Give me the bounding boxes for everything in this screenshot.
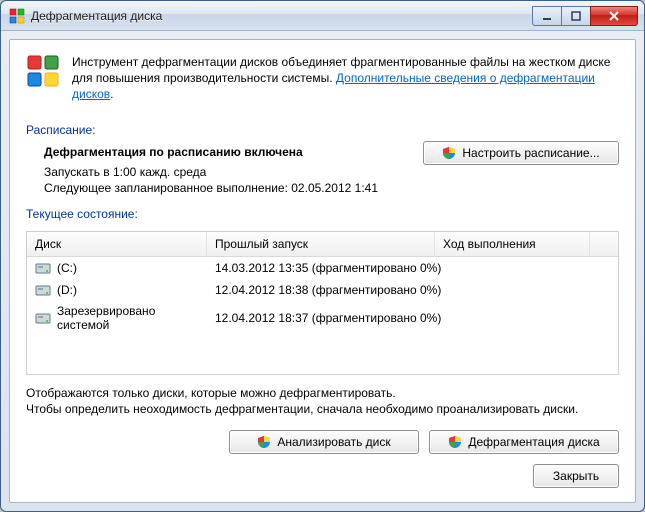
shield-icon <box>257 435 271 449</box>
schedule-row: Дефрагментация по расписанию включена За… <box>26 141 619 197</box>
defrag-label: Дефрагментация диска <box>468 435 599 449</box>
schedule-status: Дефрагментация по расписанию включена <box>44 145 411 159</box>
configure-schedule-label: Настроить расписание... <box>462 146 599 160</box>
close-row: Закрыть <box>26 464 619 488</box>
hint-line2: Чтобы определить неоходимость дефрагмент… <box>26 401 619 418</box>
current-section-label: Текущее состояние: <box>26 207 619 221</box>
hint-line1: Отображаются только диски, которые можно… <box>26 385 619 402</box>
last-run: 12.04.2012 18:38 (фрагментировано 0%) <box>215 283 441 297</box>
intro-block: Инструмент дефрагментации дисков объедин… <box>26 54 619 103</box>
intro-text-suffix: . <box>110 87 113 101</box>
hdd-icon <box>35 260 51 276</box>
hdd-icon <box>35 310 51 326</box>
disk-name: (C:) <box>57 261 77 275</box>
schedule-info: Дефрагментация по расписанию включена За… <box>26 141 411 197</box>
schedule-section-label: Расписание: <box>26 123 619 137</box>
close-dialog-button[interactable]: Закрыть <box>533 464 619 488</box>
intro-text: Инструмент дефрагментации дисков объедин… <box>72 54 619 103</box>
minimize-button[interactable] <box>532 6 562 26</box>
shield-icon <box>442 146 456 160</box>
hdd-icon <box>35 282 51 298</box>
last-run: 14.03.2012 13:35 (фрагментировано 0%) <box>215 261 441 275</box>
table-header: Диск Прошлый запуск Ход выполнения <box>27 232 618 257</box>
analyze-button[interactable]: Анализировать диск <box>229 430 419 454</box>
schedule-run-at: Запускать в 1:00 кажд. среда <box>44 165 411 179</box>
window-title: Дефрагментация диска <box>31 9 527 23</box>
client-area: Инструмент дефрагментации дисков объедин… <box>9 39 636 503</box>
col-progress-header[interactable]: Ход выполнения <box>435 232 590 256</box>
hint-block: Отображаются только диски, которые можно… <box>26 385 619 419</box>
titlebar[interactable]: Дефрагментация диска <box>1 1 644 31</box>
action-buttons: Анализировать диск Дефрагментация диска <box>26 430 619 454</box>
window-frame: Дефрагментация диска <box>0 0 645 512</box>
configure-schedule-button[interactable]: Настроить расписание... <box>423 141 619 165</box>
disk-name: Зарезервировано системой <box>57 304 199 332</box>
maximize-button[interactable] <box>561 6 591 26</box>
col-last-header[interactable]: Прошлый запуск <box>207 232 435 256</box>
disk-name: (D:) <box>57 283 77 297</box>
schedule-next-run: Следующее запланированное выполнение: 02… <box>44 181 411 195</box>
table-row[interactable]: Зарезервировано системой 12.04.2012 18:3… <box>27 301 618 335</box>
col-disk-header[interactable]: Диск <box>27 232 207 256</box>
defrag-app-icon <box>9 8 25 24</box>
analyze-label: Анализировать диск <box>277 435 390 449</box>
last-run: 12.04.2012 18:37 (фрагментировано 0%) <box>215 311 441 325</box>
shield-icon <box>448 435 462 449</box>
col-spacer <box>590 232 618 256</box>
table-row[interactable]: (D:) 12.04.2012 18:38 (фрагментировано 0… <box>27 279 618 301</box>
defrag-button[interactable]: Дефрагментация диска <box>429 430 619 454</box>
window-controls <box>533 6 638 26</box>
disk-table: Диск Прошлый запуск Ход выполнения (C:) … <box>26 231 619 375</box>
close-label: Закрыть <box>553 469 599 483</box>
defrag-large-icon <box>26 54 60 88</box>
table-body: (C:) 14.03.2012 13:35 (фрагментировано 0… <box>27 257 618 335</box>
close-button[interactable] <box>590 6 638 26</box>
table-row[interactable]: (C:) 14.03.2012 13:35 (фрагментировано 0… <box>27 257 618 279</box>
